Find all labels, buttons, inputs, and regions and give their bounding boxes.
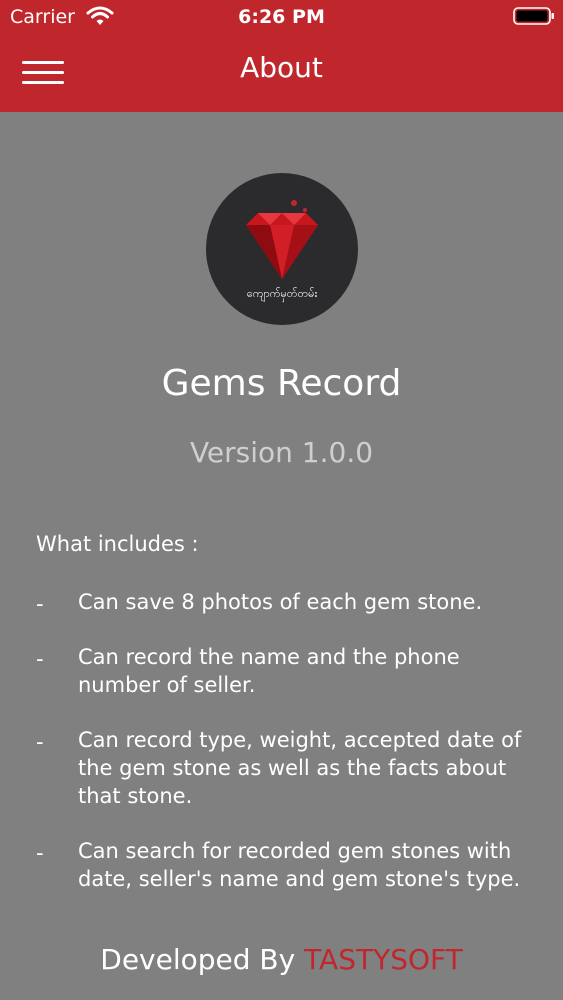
feature-text: Can search for recorded gem stones with … — [78, 839, 521, 891]
developer-credit: Developed By TASTYSOFT — [0, 938, 563, 982]
bullet-dash: - — [36, 841, 44, 865]
developer-brand: TASTYSOFT — [304, 943, 463, 976]
feature-text: Can record type, weight, accepted date o… — [78, 728, 522, 808]
list-item: - Can save 8 photos of each gem stone. — [0, 588, 563, 616]
feature-text: Can record the name and the phone number… — [78, 645, 460, 697]
bullet-dash: - — [36, 647, 44, 671]
navigation-bar: About — [0, 34, 563, 112]
list-item: - Can record type, weight, accepted date… — [0, 726, 563, 810]
battery-icon — [513, 7, 554, 25]
page-title: About — [240, 51, 323, 84]
status-bar: Carrier 6:26 PM — [0, 0, 563, 34]
top-bar: Carrier 6:26 PM About — [0, 0, 563, 112]
developer-prefix: Developed By — [100, 943, 305, 976]
app-version: Version 1.0.0 — [189, 436, 374, 469]
feature-text: Can save 8 photos of each gem stone. — [78, 590, 483, 614]
status-time: 6:26 PM — [238, 6, 325, 28]
about-content[interactable]: What includes : - Can save 8 photos of e… — [0, 518, 563, 920]
includes-heading: What includes : — [36, 532, 199, 556]
bullet-dash: - — [36, 592, 44, 616]
app-name: Gems Record — [161, 363, 402, 404]
bullet-dash: - — [36, 730, 44, 754]
hamburger-menu-icon[interactable] — [22, 59, 64, 87]
logo-caption: ကျောက်မှတ်တမ်း — [246, 287, 318, 300]
app-logo: ကျောက်မှတ်တမ်း — [206, 173, 358, 325]
ruby-gem-icon — [246, 200, 318, 279]
feature-list: - Can save 8 photos of each gem stone. -… — [0, 588, 563, 920]
list-item: - Can record the name and the phone numb… — [0, 643, 563, 699]
list-item: - Can search for recorded gem stones wit… — [0, 837, 563, 893]
